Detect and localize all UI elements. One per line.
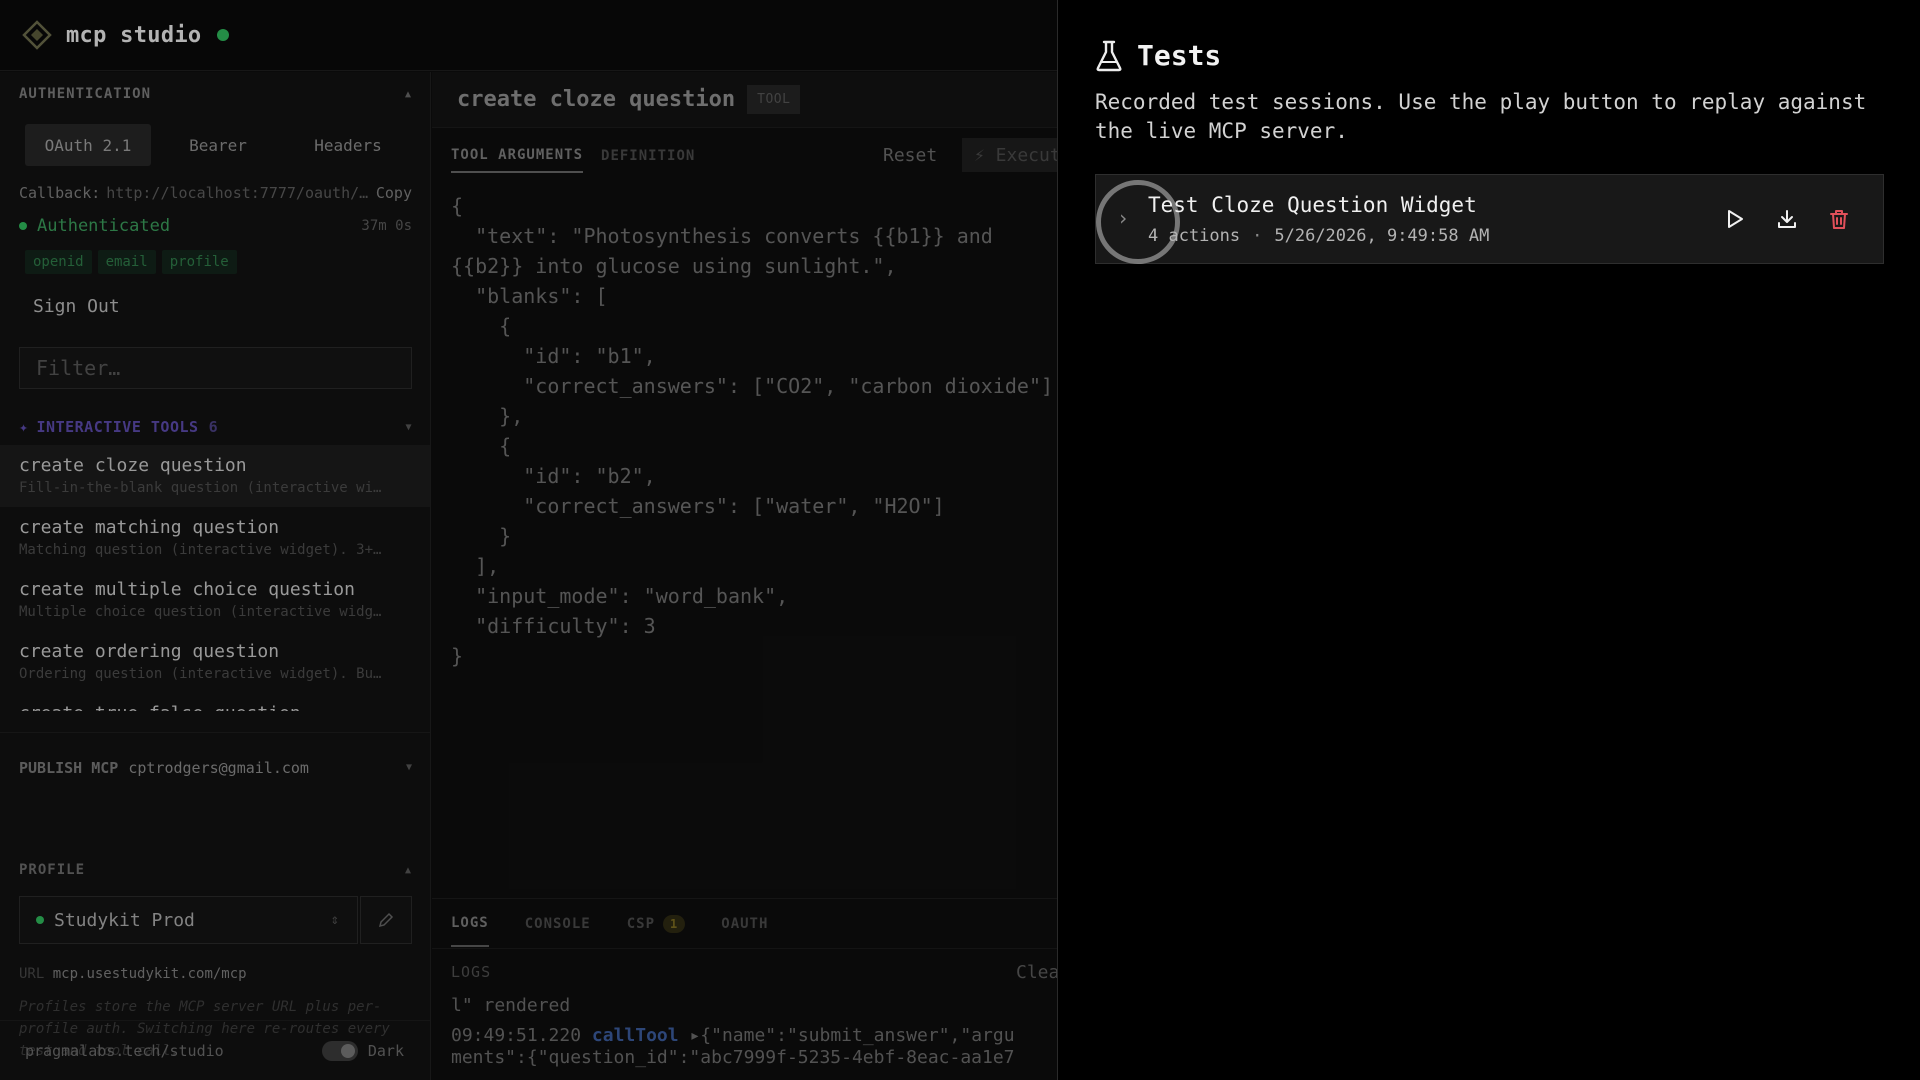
session-recorded-at: 5/26/2026, 9:49:58 AM bbox=[1274, 226, 1490, 246]
test-session-card[interactable]: › Test Cloze Question Widget 4 actions · 5… bbox=[1095, 174, 1884, 264]
download-session-button[interactable] bbox=[1773, 205, 1801, 233]
chevron-right-icon[interactable]: › bbox=[1113, 203, 1133, 233]
session-actions bbox=[1721, 205, 1853, 233]
delete-session-button[interactable] bbox=[1825, 205, 1853, 233]
trash-icon bbox=[1830, 210, 1848, 229]
flask-icon bbox=[1096, 40, 1122, 71]
play-icon bbox=[1728, 210, 1743, 228]
drawer-description: Recorded test sessions. Use the play but… bbox=[1095, 90, 1867, 143]
tests-drawer: Tests Recorded test sessions. Use the pl… bbox=[1057, 0, 1920, 1080]
session-meta: 4 actions · 5/26/2026, 9:49:58 AM bbox=[1148, 226, 1489, 246]
download-icon bbox=[1778, 210, 1796, 228]
drawer-title: Tests bbox=[1137, 39, 1222, 72]
session-action-count: 4 actions bbox=[1148, 226, 1241, 246]
drawer-header: Tests bbox=[1095, 39, 1221, 72]
meta-separator: · bbox=[1252, 226, 1263, 246]
session-name: Test Cloze Question Widget bbox=[1148, 193, 1477, 217]
replay-button[interactable] bbox=[1721, 205, 1749, 233]
overlay-scrim[interactable] bbox=[0, 0, 1057, 1080]
